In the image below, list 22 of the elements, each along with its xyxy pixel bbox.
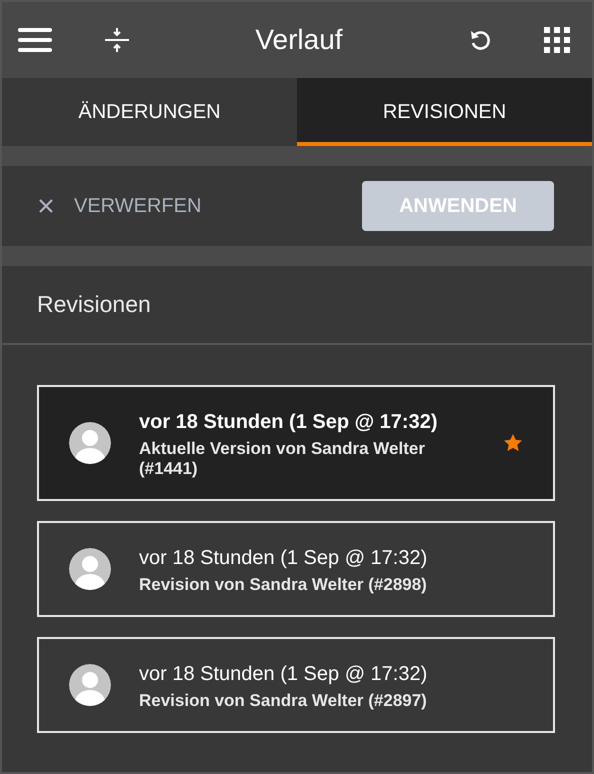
revision-card[interactable]: vor 18 Stunden (1 Sep @ 17:32) Revision von Sandra Welter (#2897) [37, 637, 555, 733]
close-icon[interactable] [38, 198, 54, 214]
revision-date: vor 18 Stunden (1 Sep @ 17:32) [139, 410, 438, 435]
tab[interactable]: REVISIONEN [297, 78, 592, 146]
revision-date: vor 18 Stunden (1 Sep @ 17:32) [139, 546, 428, 571]
avatar-icon [69, 548, 111, 590]
avatar-icon [69, 664, 111, 706]
revision-date: vor 18 Stunden (1 Sep @ 17:32) [139, 662, 428, 687]
discard-button[interactable]: VERWERFEN [74, 191, 202, 221]
revision-description: Aktuelle Version von Sandra Welter (#1441) [139, 439, 426, 479]
grid-icon[interactable] [544, 27, 570, 53]
revision-card[interactable]: vor 18 Stunden (1 Sep @ 17:32) Aktuelle Version von Sandra Welter (#1441) [37, 385, 555, 501]
revision-description: Revision von Sandra Welter (#2897) [139, 691, 428, 711]
star-icon [503, 433, 523, 453]
menu-icon[interactable] [18, 27, 54, 53]
panel-title: Verlauf [254, 23, 344, 57]
collapse-icon[interactable] [104, 27, 130, 53]
section-title: Revisionen [37, 290, 151, 320]
revision-description: Revision von Sandra Welter (#2898) [139, 575, 428, 595]
undo-icon[interactable] [468, 28, 492, 52]
revision-card[interactable]: vor 18 Stunden (1 Sep @ 17:32) Revision von Sandra Welter (#2898) [37, 521, 555, 617]
avatar-icon [69, 422, 111, 464]
